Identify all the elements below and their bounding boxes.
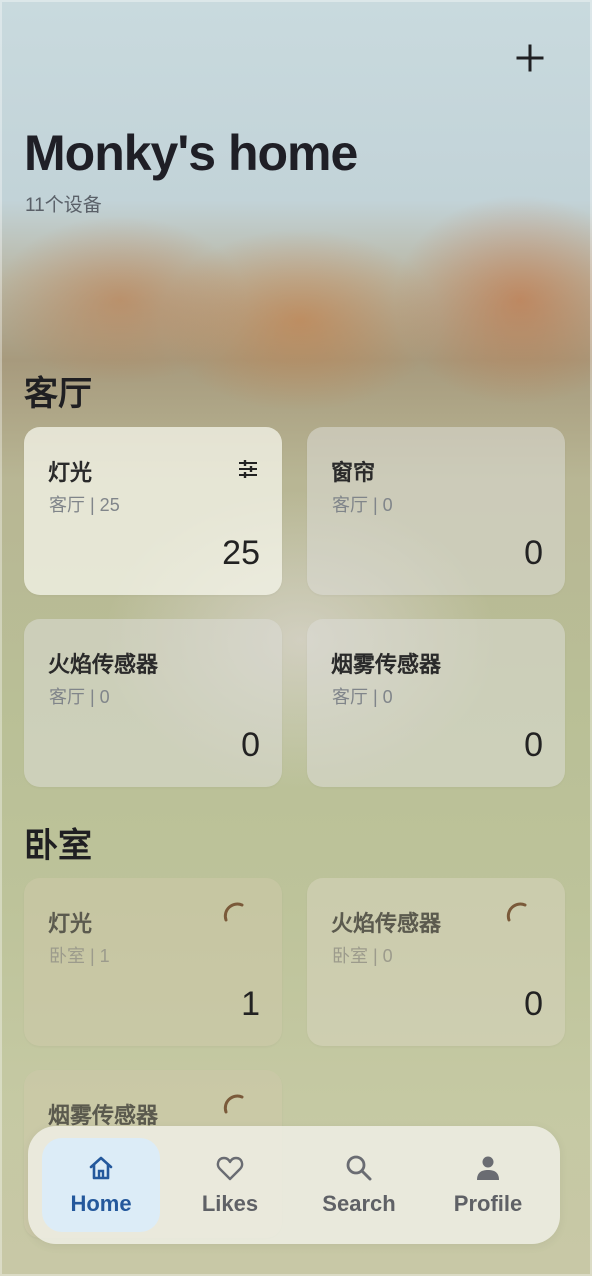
nav-label: Home	[70, 1191, 132, 1216]
device-name: 火焰传感器	[48, 652, 159, 677]
device-name: 灯光	[48, 911, 93, 936]
device-name: 烟雾传感器	[331, 652, 442, 677]
device-meta: 客厅 | 0	[332, 495, 393, 515]
nav-item-likes[interactable]: Likes	[171, 1138, 289, 1232]
device-name: 灯光	[48, 460, 93, 485]
device-card-living-curtain[interactable]: 窗帘 客厅 | 0 0	[307, 427, 565, 595]
bottom-nav-bar: Home Likes Search Profile	[28, 1126, 560, 1244]
device-value: 0	[524, 985, 543, 1023]
plus-icon	[516, 44, 544, 72]
nav-label: Likes	[201, 1191, 259, 1216]
device-value: 25	[222, 534, 260, 572]
section-title-living-room: 客厅	[24, 375, 92, 413]
device-name: 火焰传感器	[331, 911, 442, 936]
nav-label: Profile	[453, 1191, 523, 1216]
device-meta: 卧室 | 0	[332, 946, 393, 966]
device-meta: 卧室 | 1	[49, 946, 110, 966]
device-card-living-light[interactable]: 灯光 客厅 | 25 25	[24, 427, 282, 595]
loading-spinner-icon	[506, 902, 527, 922]
profile-icon	[477, 1156, 499, 1180]
device-meta: 客厅 | 0	[332, 687, 393, 707]
page-title: Monky's home	[24, 125, 358, 181]
device-value: 0	[524, 534, 543, 572]
device-card-living-flame-sensor[interactable]: 火焰传感器 客厅 | 0 0	[24, 619, 282, 787]
device-count: 11个设备	[25, 195, 102, 216]
add-device-button[interactable]	[510, 38, 550, 78]
device-value: 0	[524, 726, 543, 764]
device-name: 窗帘	[331, 460, 376, 485]
home-icon	[89, 1156, 113, 1180]
nav-item-profile[interactable]: Profile	[429, 1138, 547, 1232]
device-meta: 客厅 | 0	[49, 687, 110, 707]
section-title-bedroom: 卧室	[24, 827, 92, 865]
device-card-bedroom-light[interactable]: 灯光 卧室 | 1 1	[24, 878, 282, 1046]
device-card-bedroom-flame-sensor[interactable]: 火焰传感器 卧室 | 0 0	[307, 878, 565, 1046]
loading-spinner-icon	[223, 902, 244, 922]
search-icon	[346, 1155, 372, 1181]
device-value: 0	[241, 726, 260, 764]
heart-icon	[216, 1156, 244, 1181]
loading-spinner-icon	[223, 1094, 244, 1114]
nav-item-search[interactable]: Search	[300, 1138, 418, 1232]
device-value: 1	[241, 985, 260, 1023]
nav-label: Search	[322, 1191, 396, 1216]
nav-item-home[interactable]: Home	[42, 1138, 160, 1232]
device-meta: 客厅 | 25	[49, 495, 120, 515]
device-card-living-smoke-sensor[interactable]: 烟雾传感器 客厅 | 0 0	[307, 619, 565, 787]
tune-icon[interactable]	[236, 457, 260, 481]
